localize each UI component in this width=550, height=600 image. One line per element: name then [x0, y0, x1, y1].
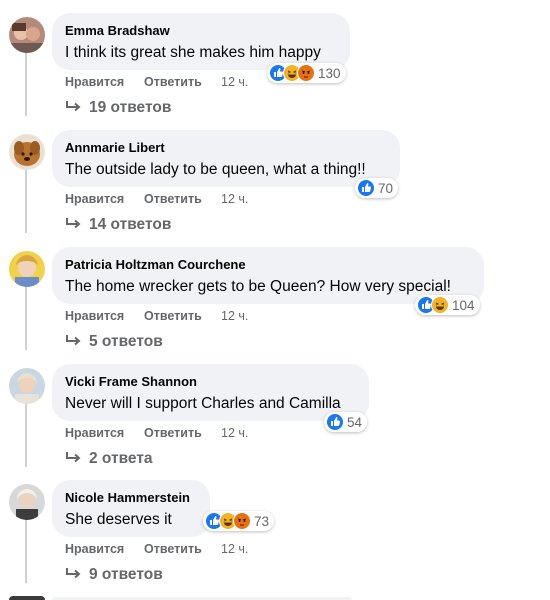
- comment: Vicki Frame Shannon Never will I support…: [0, 351, 550, 468]
- reaction-count: 104: [452, 297, 475, 313]
- comment-author[interactable]: Emma Bradshaw: [65, 23, 337, 39]
- next-comment-edge: [0, 596, 550, 600]
- comment-text: I think its great she makes him happy: [65, 44, 321, 61]
- view-replies-button[interactable]: 14 ответов: [65, 215, 171, 235]
- reaction-summary[interactable]: 104: [415, 295, 480, 315]
- comment-author[interactable]: Nicole Hammerstein: [65, 490, 197, 506]
- reply-button[interactable]: Ответить: [144, 426, 202, 440]
- reply-button[interactable]: Ответить: [144, 542, 202, 556]
- reaction-count: 130: [318, 65, 341, 81]
- view-replies-button[interactable]: 2 ответа: [65, 449, 153, 469]
- avatar[interactable]: [9, 251, 45, 287]
- replies-count-label: 2 ответа: [89, 450, 153, 467]
- comment-author[interactable]: Annmarie Libert: [65, 140, 387, 156]
- angry-icon: [297, 64, 315, 82]
- comment: Emma Bradshaw I think its great she make…: [0, 0, 550, 117]
- reaction-summary[interactable]: 73: [203, 511, 275, 531]
- avatar[interactable]: [9, 484, 45, 520]
- comment-author[interactable]: Patricia Holtzman Courchene: [65, 257, 471, 273]
- replies-count-label: 9 ответов: [89, 566, 163, 583]
- replies-count-label: 19 ответов: [89, 99, 172, 116]
- comment: Nicole Hammerstein She deserves it 73 Нр…: [0, 467, 550, 584]
- comment-timestamp[interactable]: 12 ч.: [221, 542, 248, 556]
- reply-arrow-icon: [66, 452, 81, 463]
- comment-timestamp[interactable]: 12 ч.: [221, 75, 248, 89]
- like-button[interactable]: Нравится: [65, 542, 124, 556]
- like-button[interactable]: Нравится: [65, 75, 124, 89]
- haha-icon: [431, 296, 449, 314]
- reply-arrow-icon: [66, 218, 81, 229]
- reply-button[interactable]: Ответить: [144, 309, 202, 323]
- view-replies-button[interactable]: 9 ответов: [65, 565, 163, 585]
- comment-text: Never will I support Charles and Camilla: [65, 395, 341, 412]
- like-icon: [357, 179, 375, 197]
- reaction-summary[interactable]: 130: [267, 63, 346, 83]
- reaction-summary[interactable]: 54: [324, 412, 368, 432]
- comment: Annmarie Libert The outside lady to be q…: [0, 117, 550, 234]
- comment-timestamp[interactable]: 12 ч.: [221, 309, 248, 323]
- comment-text: The outside lady to be queen, what a thi…: [65, 161, 366, 178]
- replies-count-label: 5 ответов: [89, 333, 163, 350]
- view-replies-button[interactable]: 19 ответов: [65, 98, 171, 118]
- comment-bubble: Vicki Frame Shannon Never will I support…: [52, 364, 369, 421]
- comment-bubble: Nicole Hammerstein She deserves it: [52, 480, 210, 537]
- comment-bubble: Annmarie Libert The outside lady to be q…: [52, 130, 400, 187]
- comment-author[interactable]: Vicki Frame Shannon: [65, 374, 356, 390]
- replies-count-label: 14 ответов: [89, 216, 172, 233]
- comment-text: She deserves it: [65, 511, 172, 528]
- avatar[interactable]: [9, 134, 45, 170]
- reaction-count: 70: [378, 180, 394, 196]
- reply-arrow-icon: [66, 568, 81, 579]
- like-button[interactable]: Нравится: [65, 192, 124, 206]
- like-button[interactable]: Нравится: [65, 426, 124, 440]
- comment-timestamp[interactable]: 12 ч.: [221, 426, 248, 440]
- comment-bubble: Emma Bradshaw I think its great she make…: [52, 13, 350, 70]
- angry-icon: [233, 512, 251, 530]
- reply-arrow-icon: [66, 101, 81, 112]
- reaction-count: 73: [254, 513, 270, 529]
- reply-button[interactable]: Ответить: [144, 75, 202, 89]
- like-icon: [326, 413, 344, 431]
- comment: Patricia Holtzman Courchene The home wre…: [0, 234, 550, 351]
- comment-text: The home wrecker gets to be Queen? How v…: [65, 278, 451, 295]
- view-replies-button[interactable]: 5 ответов: [65, 332, 163, 352]
- reaction-count: 54: [347, 414, 363, 430]
- reply-arrow-icon: [66, 335, 81, 346]
- like-button[interactable]: Нравится: [65, 309, 124, 323]
- avatar[interactable]: [9, 17, 45, 53]
- comment-timestamp[interactable]: 12 ч.: [221, 192, 248, 206]
- reaction-summary[interactable]: 70: [355, 178, 399, 198]
- avatar[interactable]: [9, 368, 45, 404]
- reply-button[interactable]: Ответить: [144, 192, 202, 206]
